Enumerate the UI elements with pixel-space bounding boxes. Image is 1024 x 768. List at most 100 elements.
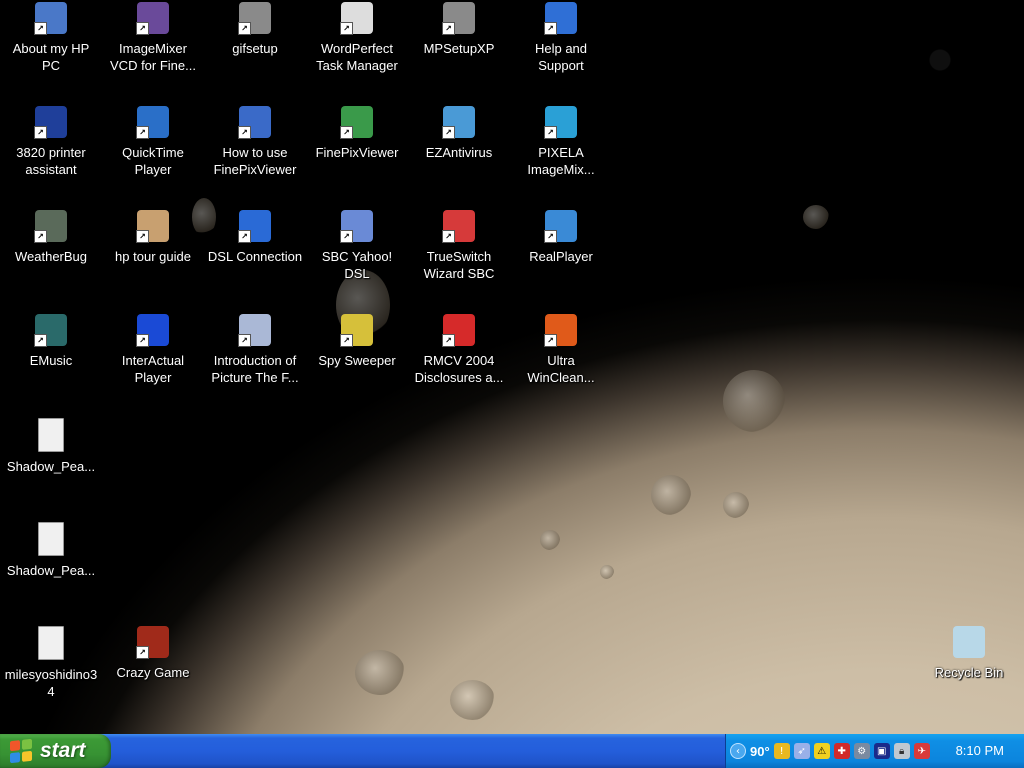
pdf-icon: ↗: [442, 314, 475, 347]
lock-icon[interactable]: 🔒︎: [893, 743, 910, 759]
game-icon: ↗: [136, 626, 169, 659]
desktop-icon-label: milesyoshidino34: [4, 667, 98, 699]
rocket-icon[interactable]: ➶: [793, 743, 810, 759]
desktop-icon[interactable]: ↗ MPSetupXP: [410, 0, 508, 96]
desktop-icon[interactable]: ↗ EMusic: [2, 312, 100, 408]
recycle-bin-icon: [953, 626, 985, 658]
desktop-icon[interactable]: ↗ Ultra WinClean...: [512, 312, 610, 408]
desktop-icon-label: How to use FinePixViewer: [213, 145, 297, 177]
shortcut-arrow-icon: ↗: [340, 126, 353, 139]
desktop-icon-label: Ultra WinClean...: [527, 353, 595, 385]
desktop-icon[interactable]: ↗ FinePixViewer: [308, 104, 406, 200]
shortcut-arrow-icon: ↗: [34, 230, 47, 243]
desktop-icon-label: Introduction of Picture The F...: [211, 353, 299, 385]
finepix-icon: ↗: [340, 106, 373, 139]
desktop-icon[interactable]: ↗ hp tour guide: [104, 208, 202, 304]
desktop-icon[interactable]: ↗ Spy Sweeper: [308, 312, 406, 408]
desktop-icon[interactable]: milesyoshidino34: [2, 624, 100, 720]
shortcut-arrow-icon: ↗: [34, 22, 47, 35]
start-label: start: [40, 739, 86, 762]
desktop-icon[interactable]: ↗ WeatherBug: [2, 208, 100, 304]
desktop-icon-label: EZAntivirus: [425, 145, 493, 160]
info-pc-icon: ↗: [34, 2, 67, 35]
desktop-icon[interactable]: Shadow_Pea...: [2, 520, 100, 616]
desktop-icon[interactable]: ↗ Help and Support: [512, 0, 610, 96]
desktop-icon[interactable]: ↗ ImageMixer VCD for Fine...: [104, 0, 202, 96]
desktop-icon[interactable]: ↗ About my HP PC: [2, 0, 100, 96]
shortcut-arrow-icon: ↗: [340, 22, 353, 35]
desktop-icon-label: Spy Sweeper: [318, 353, 396, 368]
shortcut-arrow-icon: ↗: [136, 22, 149, 35]
desktop-icon-label: EMusic: [29, 353, 73, 368]
desktop-icon-label: DSL Connection: [207, 249, 303, 264]
desktop-icon-label: Crazy Game: [116, 665, 190, 680]
desktop-icon[interactable]: ↗ QuickTime Player: [104, 104, 202, 200]
desktop-icon-label: MPSetupXP: [423, 41, 495, 56]
desktop-icon-label: SBC Yahoo! DSL: [321, 249, 393, 281]
trueswitch-icon[interactable]: ✈: [913, 743, 930, 759]
desktop-icon[interactable]: Shadow_Pea...: [2, 416, 100, 512]
desktop-icon-label: PIXELA ImageMix...: [527, 145, 595, 177]
shortcut-arrow-icon: ↗: [340, 334, 353, 347]
desktop-icon[interactable]: ↗ EZAntivirus: [410, 104, 508, 200]
security-icon[interactable]: ✚: [833, 743, 850, 759]
desktop-icon[interactable]: ↗ Introduction of Picture The F...: [206, 312, 304, 408]
shortcut-arrow-icon: ↗: [544, 334, 557, 347]
desktop-icon[interactable]: ↗ 3820 printer assistant: [2, 104, 100, 200]
trueswitch-icon: ↗: [442, 210, 475, 243]
warning-icon[interactable]: ⚠: [813, 743, 830, 759]
spy-sweeper-icon: ↗: [340, 314, 373, 347]
desktop-icon-label: FinePixViewer: [315, 145, 399, 160]
monitor-icon[interactable]: ▣: [873, 743, 890, 759]
network-icon[interactable]: ⚙: [853, 743, 870, 759]
shortcut-arrow-icon: ↗: [136, 126, 149, 139]
shortcut-arrow-icon: ↗: [238, 334, 251, 347]
desktop-icon-label: 3820 printer assistant: [16, 145, 86, 177]
desktop-icon-label: About my HP PC: [12, 41, 90, 73]
shortcut-arrow-icon: ↗: [34, 126, 47, 139]
setup-icon: ↗: [442, 2, 475, 35]
start-button[interactable]: start: [0, 734, 111, 768]
shortcut-arrow-icon: ↗: [238, 22, 251, 35]
desktop-icon[interactable]: ↗ PIXELA ImageMix...: [512, 104, 610, 200]
desktop-icon-label: RealPlayer: [529, 249, 593, 264]
desktop-icon[interactable]: ↗ RMCV 2004 Disclosures a...: [410, 312, 508, 408]
desktop-icon[interactable]: ↗ How to use FinePixViewer: [206, 104, 304, 200]
pixela-icon: ↗: [544, 106, 577, 139]
shortcut-arrow-icon: ↗: [340, 230, 353, 243]
desktop-icon-label: QuickTime Player: [122, 145, 184, 177]
desktop-icon[interactable]: ↗ SBC Yahoo! DSL: [308, 208, 406, 304]
desktop-icon[interactable]: ↗ DSL Connection: [206, 208, 304, 304]
realplayer-icon: ↗: [544, 210, 577, 243]
desktop-icon[interactable]: ↗ Crazy Game: [104, 624, 202, 720]
shield-icon[interactable]: !: [773, 743, 790, 759]
weatherbug-icon: ↗: [34, 210, 67, 243]
imagemixer-icon: ↗: [136, 2, 169, 35]
desktop-icon-label: Help and Support: [534, 41, 588, 73]
desktop-icon[interactable]: ↗ gifsetup: [206, 0, 304, 96]
shortcut-arrow-icon: ↗: [136, 230, 149, 243]
emusic-icon: ↗: [34, 314, 67, 347]
desktop-icon-label: Recycle Bin: [934, 665, 1004, 680]
winclean-icon: ↗: [544, 314, 577, 347]
desktop-icon[interactable]: ↗ RealPlayer: [512, 208, 610, 304]
desktop-icon[interactable]: ↗ InterActual Player: [104, 312, 202, 408]
shortcut-arrow-icon: ↗: [442, 334, 455, 347]
clock[interactable]: 8:10 PM: [956, 743, 1004, 758]
weather-temperature[interactable]: 90°: [750, 744, 770, 759]
expand-tray-icon[interactable]: ‹: [730, 743, 746, 759]
desktop-icon[interactable]: ↗ WordPerfect Task Manager: [308, 0, 406, 96]
taskbar: start ‹ 90° ! ➶ ⚠ ✚ ⚙ ▣ 🔒︎ ✈ 8:10 PM: [0, 734, 1024, 768]
desktop[interactable]: ↗ About my HP PC ↗ ImageMixer VCD for Fine.…: [0, 0, 1024, 734]
system-tray: ‹ 90° ! ➶ ⚠ ✚ ⚙ ▣ 🔒︎ ✈ 8:10 PM: [725, 734, 1024, 768]
image-file-icon: [38, 522, 64, 556]
desktop-icon-label: ImageMixer VCD for Fine...: [110, 41, 196, 73]
desktop-icon-label: hp tour guide: [115, 249, 191, 264]
desktop-icon[interactable]: Recycle Bin: [920, 624, 1018, 720]
shortcut-arrow-icon: ↗: [136, 334, 149, 347]
wordperfect-icon: ↗: [340, 2, 373, 35]
windows-logo-icon: [10, 738, 32, 764]
desktop-icon[interactable]: ↗ TrueSwitch Wizard SBC: [410, 208, 508, 304]
desktop-icon-label: WordPerfect Task Manager: [316, 41, 398, 73]
image-file-icon: [38, 418, 64, 452]
